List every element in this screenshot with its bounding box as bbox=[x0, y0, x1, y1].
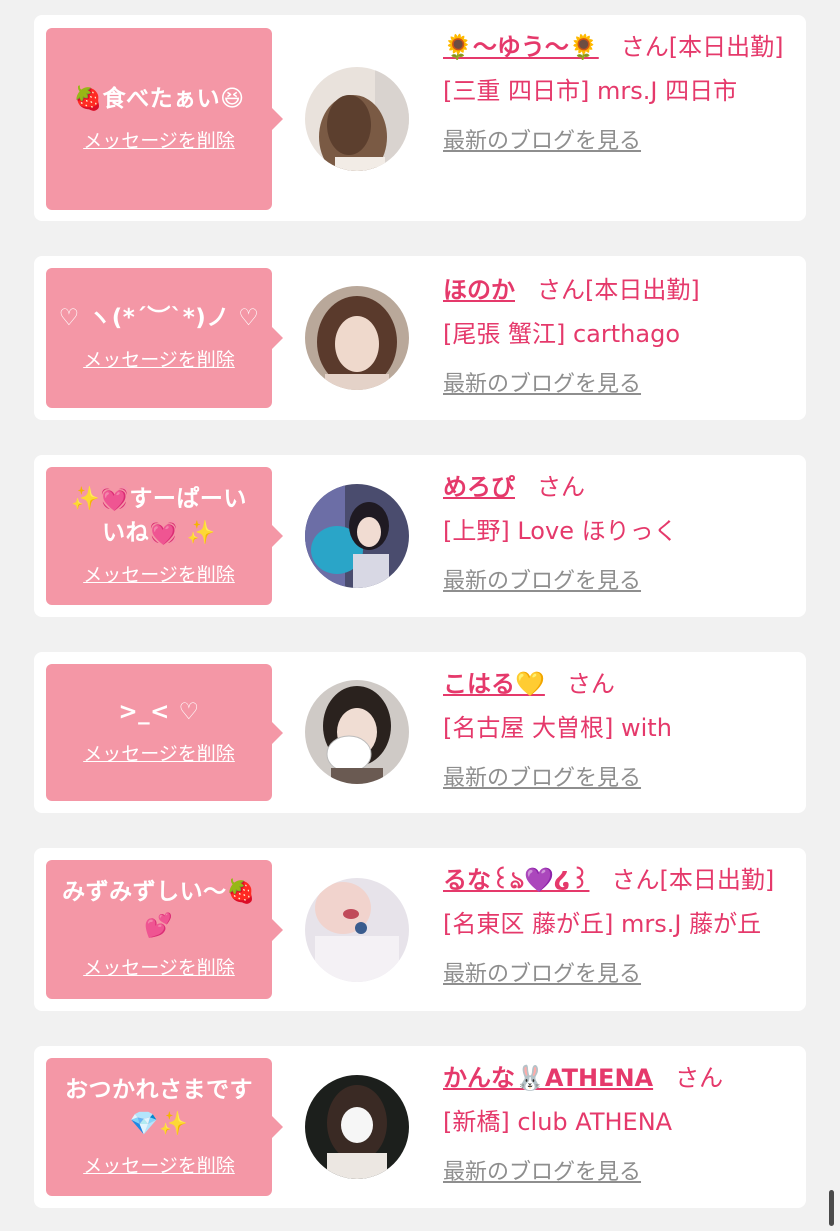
shop-label: [上野] Love ほりっく bbox=[443, 517, 678, 545]
honorific: さん bbox=[537, 473, 585, 501]
cast-name-link[interactable]: めろぴ bbox=[443, 473, 515, 501]
avatar[interactable] bbox=[305, 286, 409, 390]
scrollbar[interactable] bbox=[829, 1190, 834, 1226]
latest-blog-link[interactable]: 最新のブログを見る bbox=[443, 760, 641, 792]
shop-label: [三重 四日市] mrs.J 四日市 bbox=[443, 77, 738, 105]
latest-blog-link[interactable]: 最新のブログを見る bbox=[443, 563, 641, 595]
cast-name-link[interactable]: るな꒰ঌ💜໒꒱ bbox=[443, 866, 589, 894]
delete-message-link[interactable]: メッセージを削除 bbox=[83, 345, 235, 372]
message-bubble: おつかれさまです💎✨ メッセージを削除 bbox=[46, 1058, 283, 1196]
cast-name-link[interactable]: かんな🐰ATHENA bbox=[443, 1064, 653, 1092]
message-text: 🍓食べたぁい😆 bbox=[73, 85, 245, 112]
delete-message-link[interactable]: メッセージを削除 bbox=[83, 739, 235, 766]
message-text: ✨💓すーぱーいいね💓 ✨ bbox=[71, 485, 247, 546]
status-badge: [本日出勤] bbox=[668, 33, 784, 61]
message-text: ♡ ヽ(*´︶`*)ノ ♡ bbox=[58, 304, 260, 331]
favorite-card: ✨💓すーぱーいいね💓 ✨ メッセージを削除 めろぴ さん [上野] Love ほり… bbox=[34, 455, 806, 617]
latest-blog-link[interactable]: 最新のブログを見る bbox=[443, 1154, 641, 1186]
honorific: さん bbox=[566, 670, 615, 698]
latest-blog-link[interactable]: 最新のブログを見る bbox=[443, 123, 641, 155]
avatar[interactable] bbox=[305, 680, 409, 784]
cast-name-link[interactable]: 🌻〜ゆう〜🌻 bbox=[443, 33, 599, 61]
message-text: おつかれさまです💎✨ bbox=[65, 1076, 253, 1137]
status-badge: [本日出勤] bbox=[659, 866, 775, 894]
delete-message-link[interactable]: メッセージを削除 bbox=[83, 560, 235, 587]
avatar[interactable] bbox=[305, 878, 409, 982]
favorite-card: 🍓食べたぁい😆 メッセージを削除 🌻〜ゆう〜🌻 さん[本日出勤] [三重 四日市]… bbox=[34, 15, 806, 221]
shop-label: [尾張 蟹江] carthago bbox=[443, 320, 680, 348]
message-text: >_< ♡ bbox=[118, 699, 200, 725]
avatar[interactable] bbox=[305, 67, 409, 171]
message-bubble: ✨💓すーぱーいいね💓 ✨ メッセージを削除 bbox=[46, 467, 283, 605]
favorite-card: みずみずしい〜🍓💕 メッセージを削除 るな꒰ঌ💜໒꒱ さん[本日出勤] [名東区 … bbox=[34, 848, 806, 1011]
shop-label: [名東区 藤が丘] mrs.J 藤が丘 bbox=[443, 910, 762, 938]
cast-info: こはる💛 さん [名古屋 大曽根] with 最新のブログを見る bbox=[443, 662, 795, 792]
delete-message-link[interactable]: メッセージを削除 bbox=[83, 1151, 235, 1178]
cast-info: かんな🐰ATHENA さん [新橋] club ATHENA 最新のブログを見る bbox=[443, 1056, 795, 1186]
honorific: さん bbox=[611, 866, 660, 894]
message-bubble: 🍓食べたぁい😆 メッセージを削除 bbox=[46, 28, 283, 210]
favorite-card: ♡ ヽ(*´︶`*)ノ ♡ メッセージを削除 ほのか さん[本日出勤] [尾張 蟹… bbox=[34, 256, 806, 420]
favorite-card: おつかれさまです💎✨ メッセージを削除 かんな🐰ATHENA さん [新橋] cl… bbox=[34, 1046, 806, 1208]
honorific: さん bbox=[675, 1064, 724, 1092]
cast-info: めろぴ さん [上野] Love ほりっく 最新のブログを見る bbox=[443, 465, 795, 595]
status-badge: [本日出勤] bbox=[585, 276, 700, 304]
cast-name-link[interactable]: ほのか bbox=[443, 276, 515, 304]
avatar[interactable] bbox=[305, 1075, 409, 1179]
delete-message-link[interactable]: メッセージを削除 bbox=[83, 126, 235, 153]
message-text: みずみずしい〜🍓💕 bbox=[62, 879, 256, 939]
message-bubble: ♡ ヽ(*´︶`*)ノ ♡ メッセージを削除 bbox=[46, 268, 283, 408]
honorific: さん bbox=[620, 33, 669, 61]
cast-info: 🌻〜ゆう〜🌻 さん[本日出勤] [三重 四日市] mrs.J 四日市 最新のブログ… bbox=[443, 25, 795, 155]
message-bubble: みずみずしい〜🍓💕 メッセージを削除 bbox=[46, 860, 283, 999]
latest-blog-link[interactable]: 最新のブログを見る bbox=[443, 956, 641, 988]
delete-message-link[interactable]: メッセージを削除 bbox=[83, 953, 235, 980]
shop-label: [名古屋 大曽根] with bbox=[443, 714, 672, 742]
cast-name-link[interactable]: こはる💛 bbox=[443, 670, 545, 698]
message-bubble: >_< ♡ メッセージを削除 bbox=[46, 664, 283, 801]
cast-info: ほのか さん[本日出勤] [尾張 蟹江] carthago 最新のブログを見る bbox=[443, 268, 795, 398]
favorite-card: >_< ♡ メッセージを削除 こはる💛 さん [名古屋 大曽根] with 最新の… bbox=[34, 652, 806, 813]
latest-blog-link[interactable]: 最新のブログを見る bbox=[443, 366, 641, 398]
avatar[interactable] bbox=[305, 484, 409, 588]
shop-label: [新橋] club ATHENA bbox=[443, 1108, 673, 1136]
cast-info: るな꒰ঌ💜໒꒱ さん[本日出勤] [名東区 藤が丘] mrs.J 藤が丘 最新のブ… bbox=[443, 858, 795, 988]
honorific: さん bbox=[537, 276, 585, 304]
